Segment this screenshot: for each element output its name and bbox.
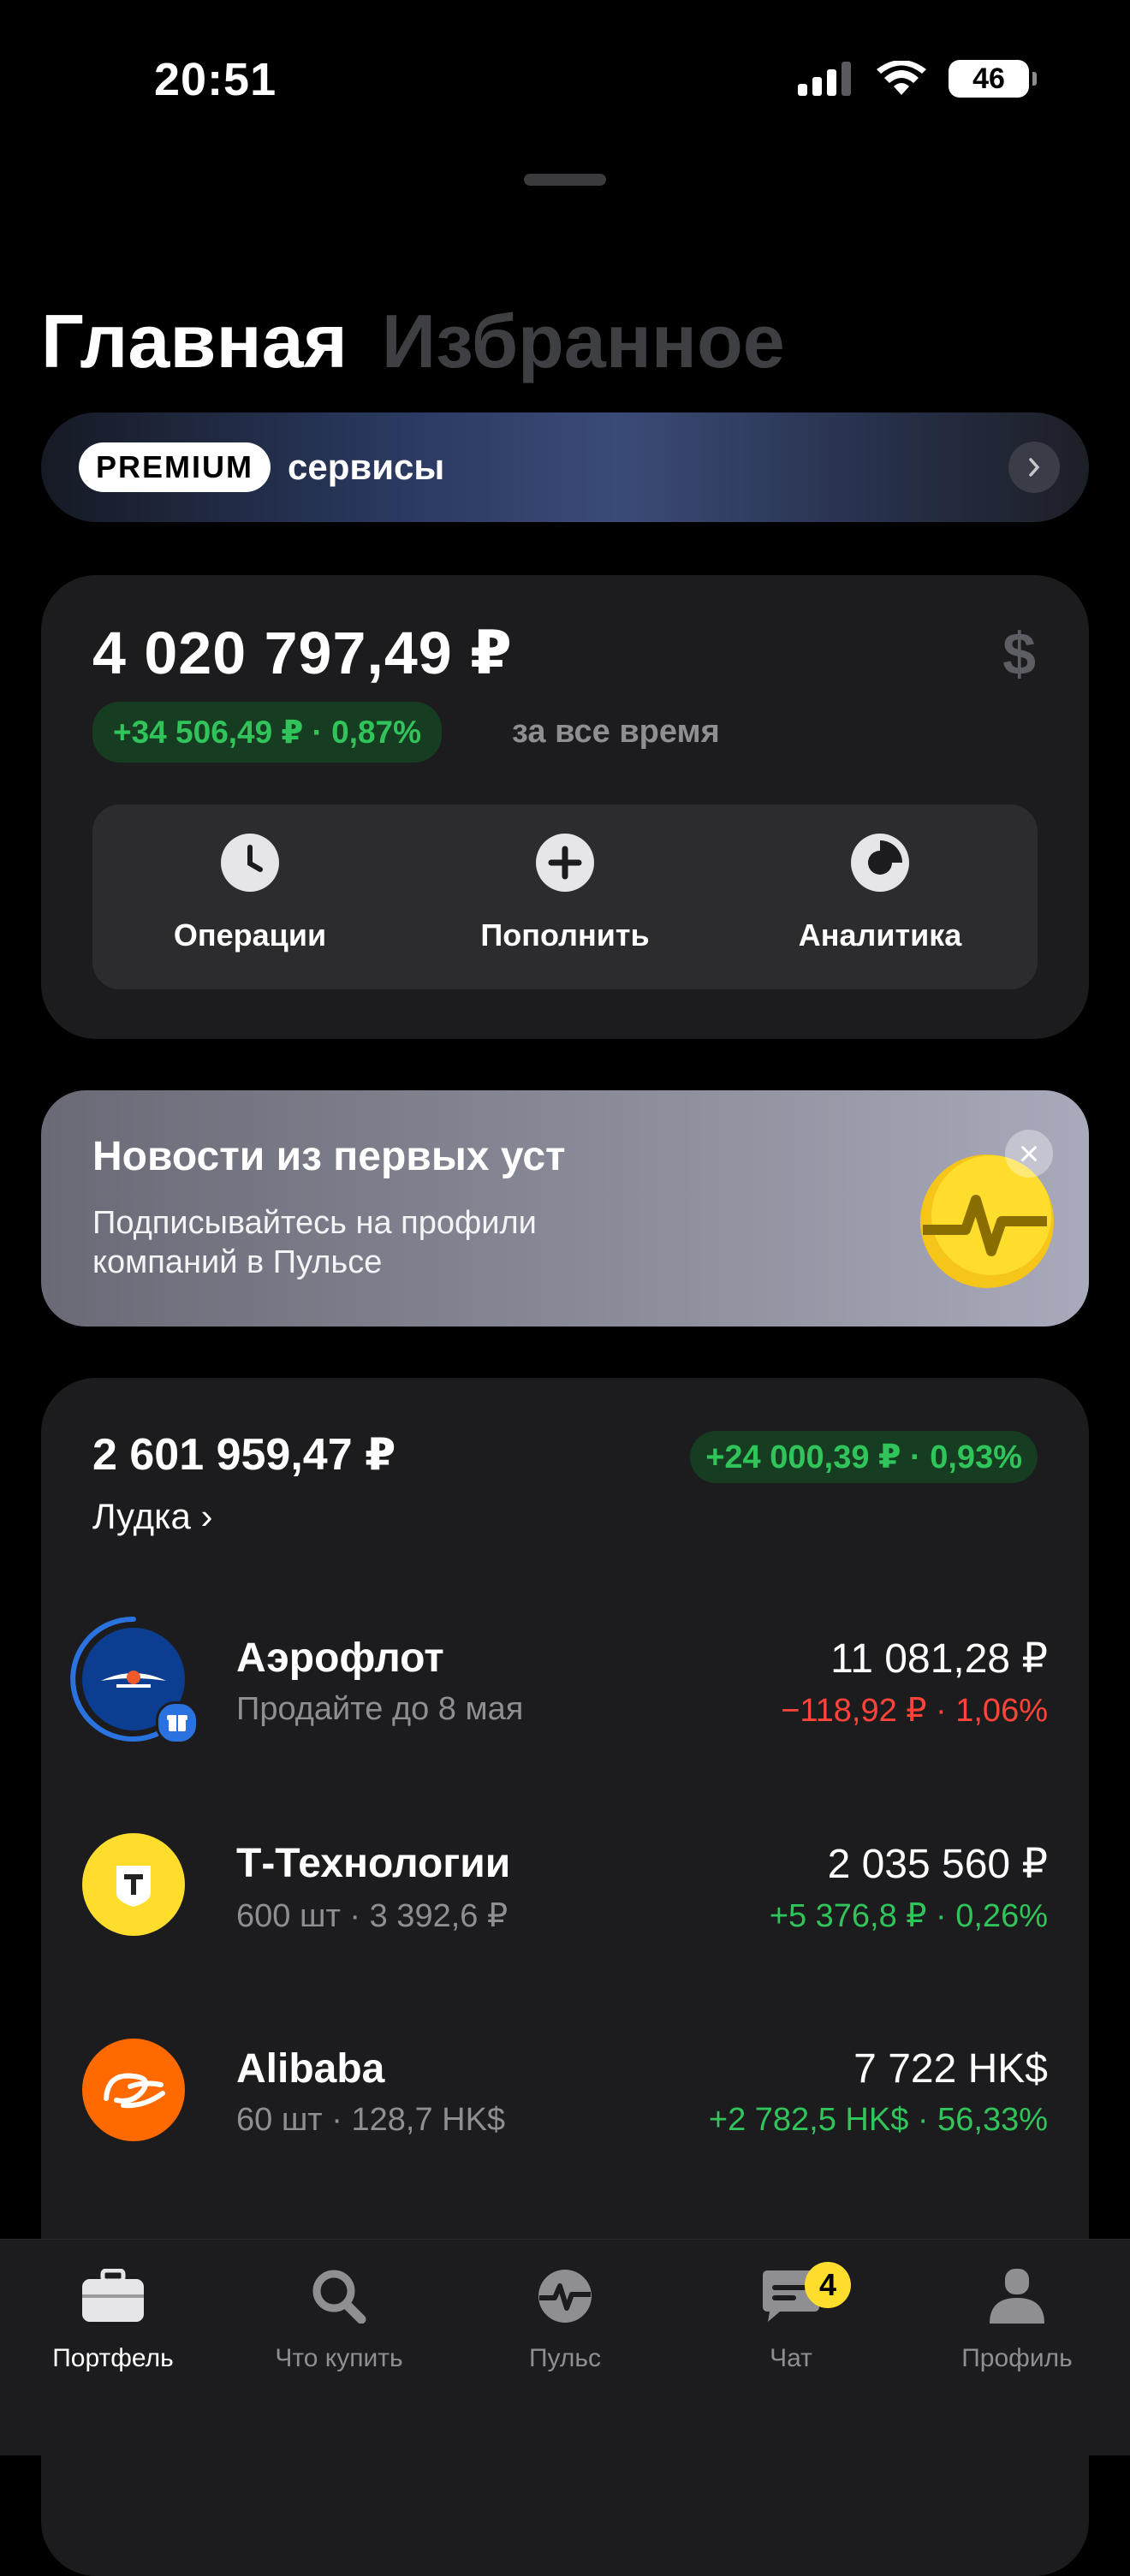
t-technologies-logo (82, 1833, 185, 1936)
portfolio-change-badge: +24 000,39 ₽ · 0,93% (690, 1431, 1038, 1483)
analytics-label: Аналитика (798, 917, 962, 953)
tab-chat[interactable]: 4 Чат (678, 2262, 904, 2373)
asset-subtitle: 60 шт · 128,7 HK$ (236, 2102, 506, 2138)
asset-name: Т-Технологии (236, 1841, 511, 1886)
currency-toggle-button[interactable]: $ (1002, 620, 1036, 688)
tab-chat-label: Чат (770, 2344, 812, 2372)
analytics-button[interactable]: Аналитика (723, 804, 1038, 989)
sheet-grabber[interactable] (524, 174, 606, 186)
close-icon[interactable]: × (1005, 1130, 1053, 1178)
list-item[interactable]: Аэрофлот Продайте до 8 мая 11 081,28 ₽ −… (70, 1616, 1048, 1756)
donut-chart-icon (851, 834, 909, 892)
period-label[interactable]: за все время (512, 714, 720, 751)
portfolio-total: 2 601 959,47 ₽ (92, 1430, 396, 1480)
profile-icon (990, 2269, 1044, 2324)
list-item[interactable]: Alibaba 60 шт · 128,7 HK$ 7 722 HK$ +2 7… (82, 2039, 1048, 2167)
portfolio-name-link[interactable]: Лудка › (92, 1496, 212, 1537)
premium-label: сервисы (288, 447, 445, 487)
pulse-icon (538, 2270, 592, 2323)
tab-favorites[interactable]: Избранное (382, 298, 785, 385)
plus-icon (536, 834, 594, 892)
asset-subtitle: 600 шт · 3 392,6 ₽ (236, 1898, 508, 1934)
operations-button[interactable]: Операции (92, 804, 407, 989)
top-tabs: Главная Избранное (41, 298, 785, 385)
tab-portfolio[interactable]: Портфель (0, 2269, 226, 2373)
gift-icon (156, 1701, 199, 1744)
asset-value: 7 722 HK$ (853, 2046, 1048, 2092)
news-promo-banner[interactable]: Новости из первых уст Подписывайтесь на … (41, 1090, 1089, 1327)
status-icons: 46 (798, 60, 1037, 98)
balance-change-badge: +34 506,49 ₽ · 0,87% (92, 702, 443, 763)
tab-profile-label: Профиль (961, 2344, 1073, 2372)
bottom-tab-bar: Портфель Что купить Пульс 4 Чат Профиль (0, 2239, 1130, 2455)
tab-pulse[interactable]: Пульс (452, 2269, 678, 2373)
search-icon (312, 2270, 366, 2324)
status-time: 20:51 (154, 54, 277, 105)
alibaba-logo (82, 2039, 185, 2141)
asset-name: Аэрофлот (236, 1635, 444, 1681)
chevron-right-icon (1008, 442, 1060, 493)
quick-actions: Операции Пополнить Аналитика (92, 804, 1038, 989)
asset-change: −118,92 ₽ · 1,06% (781, 1693, 1048, 1729)
asset-change: +2 782,5 HK$ · 56,33% (708, 2102, 1048, 2138)
list-item[interactable]: Т-Технологии 600 шт · 3 392,6 ₽ 2 035 56… (82, 1833, 1048, 1962)
asset-name: Alibaba (236, 2046, 385, 2092)
balance-card: 4 020 797,49 ₽ $ +34 506,49 ₽ · 0,87% за… (41, 575, 1089, 1039)
tab-what-to-buy-label: Что купить (275, 2344, 403, 2372)
cellular-signal-icon (798, 62, 851, 96)
premium-services-banner[interactable]: PREMIUM сервисы (41, 413, 1089, 522)
asset-subtitle: Продайте до 8 мая (236, 1691, 524, 1727)
briefcase-icon (82, 2269, 144, 2322)
premium-badge: PREMIUM (79, 442, 271, 492)
news-title: Новости из первых уст (92, 1134, 566, 1179)
tab-pulse-label: Пульс (528, 2344, 602, 2372)
tab-portfolio-label: Портфель (52, 2344, 174, 2372)
tab-home[interactable]: Главная (41, 298, 348, 385)
chat-unread-badge: 4 (805, 2262, 851, 2308)
tab-profile[interactable]: Профиль (904, 2269, 1130, 2373)
wifi-icon (877, 61, 926, 95)
total-balance: 4 020 797,49 ₽ (92, 620, 513, 686)
news-subtitle: Подписывайтесь на профили компаний в Пул… (92, 1205, 537, 1280)
asset-value: 2 035 560 ₽ (827, 1842, 1048, 1887)
asset-change: +5 376,8 ₽ · 0,26% (769, 1898, 1048, 1934)
operations-label: Операции (173, 917, 327, 953)
top-up-label: Пополнить (480, 917, 650, 953)
clock-icon (221, 834, 279, 892)
asset-value: 11 081,28 ₽ (830, 1636, 1048, 1682)
battery-indicator: 46 (949, 60, 1037, 98)
tab-what-to-buy[interactable]: Что купить (226, 2269, 452, 2373)
top-up-button[interactable]: Пополнить (407, 804, 723, 989)
